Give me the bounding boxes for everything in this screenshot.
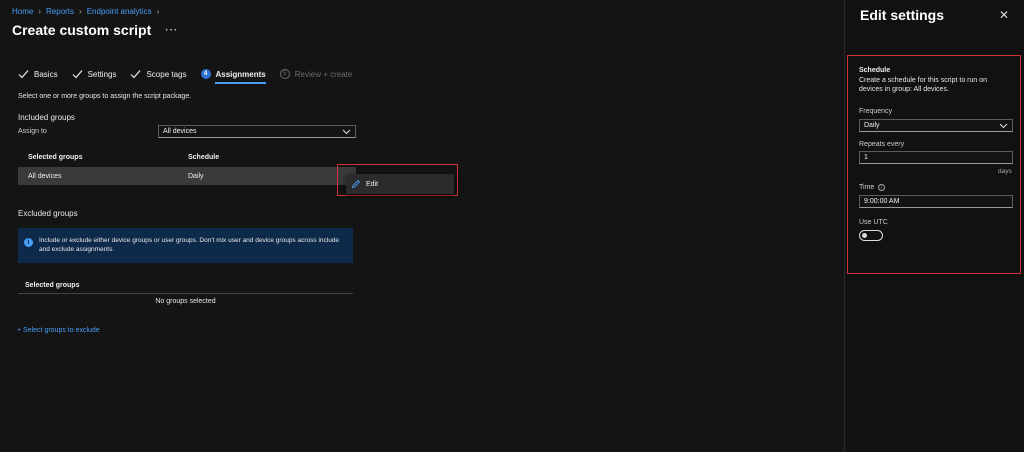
assign-to-label: Assign to: [18, 128, 47, 135]
chevron-down-icon: [342, 129, 351, 134]
more-options-icon[interactable]: ···: [165, 25, 178, 36]
wizard-steps: Basics Settings Scope tags 4 Assignments…: [18, 69, 353, 84]
frequency-value: Daily: [864, 122, 880, 129]
repeats-every-value: 1: [864, 154, 868, 161]
context-menu-edit[interactable]: Edit: [346, 174, 454, 194]
step-number-badge: 5: [279, 69, 290, 79]
cell-schedule: Daily: [188, 172, 204, 180]
column-header-schedule: Schedule: [188, 153, 220, 161]
chevron-right-icon: ›: [156, 7, 160, 16]
step-label: Basics: [34, 69, 58, 79]
use-utc-label: Use UTC: [859, 219, 888, 226]
time-input[interactable]: 9:00:00 AM: [859, 195, 1013, 208]
select-groups-to-exclude-link[interactable]: + Select groups to exclude: [17, 327, 100, 334]
assign-to-value: All devices: [163, 128, 197, 135]
included-groups-heading: Included groups: [18, 113, 75, 122]
breadcrumb-home[interactable]: Home: [12, 7, 33, 16]
chevron-right-icon: ›: [38, 7, 42, 16]
breadcrumb-endpoint-analytics[interactable]: Endpoint analytics: [87, 7, 152, 16]
step-review-create: 5 Review + create: [279, 69, 353, 79]
step-settings[interactable]: Settings: [72, 69, 117, 79]
assign-to-dropdown[interactable]: All devices: [158, 125, 356, 138]
info-icon[interactable]: i: [878, 184, 886, 191]
edit-label: Edit: [366, 180, 379, 188]
use-utc-toggle[interactable]: [859, 230, 883, 241]
breadcrumb: Home › Reports › Endpoint analytics ›: [12, 7, 159, 16]
column-header-selected-groups: Selected groups: [28, 153, 83, 161]
repeats-every-input[interactable]: 1: [859, 151, 1013, 164]
time-value: 9:00:00 AM: [864, 198, 900, 205]
step-number-badge: 4: [200, 69, 211, 79]
excluded-table-header: Selected groups: [18, 277, 353, 294]
step-basics[interactable]: Basics: [18, 69, 58, 79]
step-label: Scope tags: [146, 69, 187, 79]
page-title-row: Create custom script ···: [12, 22, 178, 38]
assignments-description: Select one or more groups to assign the …: [18, 93, 192, 100]
step-label: Assignments: [215, 69, 266, 79]
pencil-icon: [351, 179, 361, 189]
checkmark-icon: [131, 70, 141, 79]
step-label: Review + create: [294, 69, 353, 79]
time-label: Time: [859, 184, 875, 191]
info-text: Include or exclude either device groups …: [39, 237, 340, 253]
excluded-empty-text: No groups selected: [155, 298, 216, 305]
step-label: Settings: [87, 69, 117, 79]
breadcrumb-reports[interactable]: Reports: [46, 7, 74, 16]
schedule-title: Schedule: [859, 67, 891, 74]
info-icon: i: [24, 238, 33, 247]
cell-group: All devices: [28, 172, 62, 180]
frequency-label: Frequency: [859, 108, 893, 115]
table-row[interactable]: All devices Daily: [18, 167, 356, 185]
chevron-right-icon: ›: [79, 7, 82, 16]
panel-title: Edit settings: [860, 7, 945, 23]
page-title: Create custom script: [12, 22, 152, 38]
time-label-row: Time i: [859, 184, 886, 191]
checkmark-icon: [18, 70, 29, 79]
info-message: i Include or exclude either device group…: [18, 228, 353, 263]
excluded-groups-heading: Excluded groups: [18, 209, 78, 218]
toggle-knob: [862, 233, 867, 238]
repeats-every-label: Repeats every: [859, 141, 905, 148]
included-table-header: Selected groups Schedule: [18, 148, 356, 166]
step-scope-tags[interactable]: Scope tags: [130, 69, 187, 79]
chevron-down-icon: [999, 123, 1008, 128]
step-assignments[interactable]: 4 Assignments: [200, 69, 266, 84]
schedule-description: Create a schedule for this script to run…: [859, 77, 988, 94]
repeats-unit-label: days: [998, 168, 1012, 175]
frequency-dropdown[interactable]: Daily: [859, 119, 1013, 132]
checkmark-icon: [72, 70, 83, 79]
close-icon[interactable]: ✕: [997, 8, 1011, 22]
